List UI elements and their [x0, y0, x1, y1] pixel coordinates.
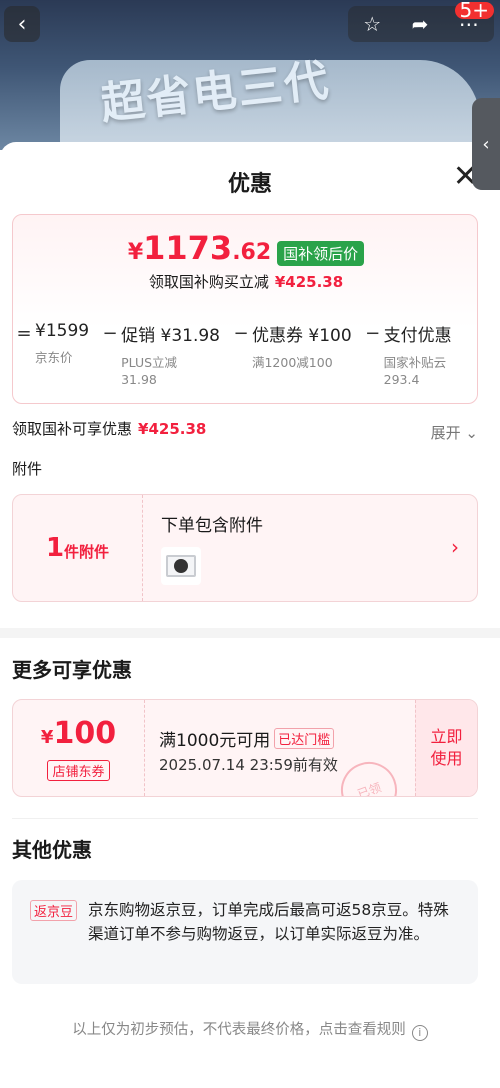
calc-item-value: 支付优惠 — [383, 326, 452, 346]
final-price-row: ¥1173.62 国补领后价 — [13, 231, 479, 270]
calc-item-desc: 京东价 — [35, 350, 73, 365]
chevron-left-icon: ‹ — [482, 133, 490, 155]
divider — [12, 818, 478, 819]
coupon-kind-badge: 店铺东券 — [47, 760, 110, 781]
expand-button[interactable]: 展开 ⌄ — [431, 422, 478, 443]
notification-badge: 5+ — [454, 0, 494, 20]
rules-note[interactable]: 以上仅为初步预估，不代表最终价格，点击查看规则 i — [0, 1018, 500, 1041]
chevron-left-icon: ‹ — [17, 11, 27, 37]
coupon-expiry: 2025.07.14 23:59前有效 — [159, 756, 338, 774]
price-breakdown: = ¥1599 京东价 − 促销 ¥31.98 PLUS立减 31.98− 优惠券 ¥100… — [13, 321, 479, 401]
calc-item-desc: 满1200减100 — [251, 355, 333, 370]
calc-operator: − — [233, 323, 249, 344]
accessories-card[interactable]: 1 件附件 下单包含附件 › — [12, 494, 478, 602]
price-card: ¥1173.62 国补领后价 领取国补购买立减 ¥425.38 = ¥1599 京东价… — [12, 214, 478, 404]
enjoy-amount: ¥425.38 — [138, 420, 207, 438]
claimed-stamp: 已领 — [333, 754, 405, 796]
calc-item-desc: 国家补贴云 293.4 — [383, 355, 447, 387]
accessory-count: 1 件附件 — [13, 495, 143, 601]
use-now-button[interactable]: 立即 使用 — [415, 700, 477, 796]
accessory-label: 下单包含附件 — [161, 516, 263, 536]
side-collapse-tab[interactable]: ‹ — [472, 98, 500, 190]
outdoor-unit-thumbnail — [161, 547, 201, 585]
top-actions: ☆ ➦ ⋯ 5+ — [348, 0, 494, 42]
calc-item-value: ¥1599 — [35, 321, 90, 341]
shop-coupon: ¥100 店铺东券 满1000元可用 已达门槛 2025.07.14 23:59前… — [12, 699, 478, 797]
calc-item-desc: PLUS立减 31.98 — [121, 355, 178, 387]
more-discounts-title: 更多可享优惠 — [12, 658, 132, 682]
final-price: ¥1173.62 — [127, 229, 272, 267]
subsidy-price-tag: 国补领后价 — [277, 241, 365, 266]
calc-item-value: 促销 ¥31.98 — [121, 326, 220, 346]
chevron-right-icon: › — [451, 535, 459, 559]
other-discounts-title: 其他优惠 — [12, 838, 92, 862]
section-divider — [0, 628, 500, 638]
coupon-condition: 满1000元可用 已达门槛 — [159, 726, 335, 751]
calc-item: 优惠券 ¥100 满1200减100 — [252, 321, 352, 401]
calc-operator: = — [16, 323, 32, 344]
calc-item-value: 优惠券 ¥100 — [251, 326, 352, 346]
back-button[interactable]: ‹ — [4, 6, 40, 42]
accessories-title: 附件 — [12, 460, 43, 478]
reduce-amount: ¥425.38 — [274, 273, 344, 291]
reduce-row: 领取国补购买立减 ¥425.38 — [148, 273, 344, 291]
threshold-met-badge: 已达门槛 — [274, 728, 335, 749]
calc-operator: − — [365, 323, 381, 344]
calc-item: 支付优惠国家补贴云 293.4 — [384, 321, 452, 401]
sheet-title: 优惠 — [227, 172, 272, 197]
jingdou-tag: 返京豆 — [30, 900, 78, 921]
calc-item: 促销 ¥31.98 PLUS立减 31.98 — [121, 321, 220, 401]
calc-item: ¥1599 京东价 — [35, 321, 89, 401]
share-icon[interactable]: ➦ — [412, 12, 429, 36]
jingdou-info: 返京豆 京东购物返京豆，订单完成后最高可返58京豆。特殊渠道订单不参与购物返豆，… — [12, 880, 478, 984]
discount-sheet: 优惠 ✕ ¥1173.62 国补领后价 领取国补购买立减 ¥425.38 = ¥15… — [0, 142, 500, 1088]
jingdou-text: 京东购物返京豆，订单完成后最高可返58京豆。特殊渠道订单不参与购物返豆，以订单实… — [88, 901, 449, 943]
info-icon: i — [411, 1025, 428, 1041]
coupon-value: ¥100 — [40, 716, 117, 751]
subsidy-enjoy-row: 领取国补可享优惠 ¥425.38 — [12, 420, 207, 438]
star-icon[interactable]: ☆ — [363, 12, 381, 36]
chevron-down-icon: ⌄ — [465, 424, 478, 442]
calc-operator: − — [102, 323, 118, 344]
